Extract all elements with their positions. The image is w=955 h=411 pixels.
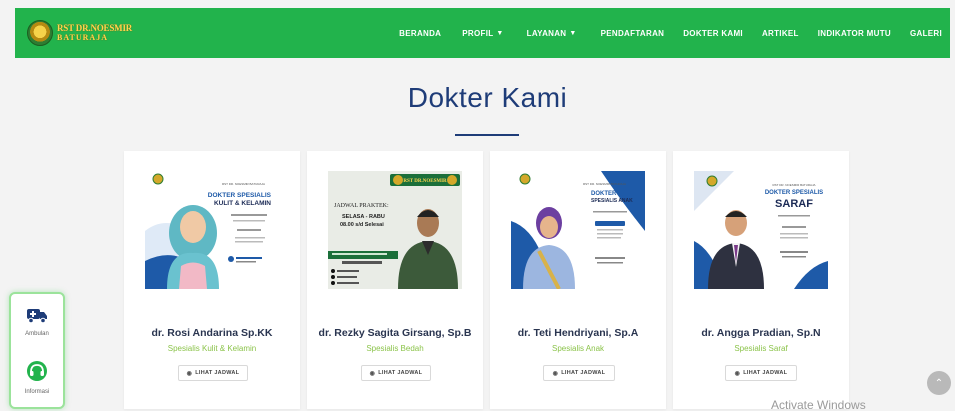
nav-label: LAYANAN <box>526 28 567 38</box>
logo-line1: RST DR.NOESMIR <box>57 23 133 33</box>
nav-label: ARTIKEL <box>761 28 799 38</box>
nav-label: DOKTER KAMI <box>683 28 743 38</box>
button-label: LIHAT JADWAL <box>561 370 606 376</box>
nav-item-dokter-kami[interactable]: DOKTER KAMI <box>683 29 743 38</box>
title-underline <box>455 134 519 136</box>
poster-heading: DOKTER <box>591 191 617 197</box>
doctor-card: RST DR.NOESMIR JADWAL PRAKTEK: SELASA - … <box>307 151 483 409</box>
eye-icon: ◉ <box>734 370 741 377</box>
navbar: RST DR.NOESMIR BATURAJA BERANDA PROFIL ▼ … <box>15 8 950 58</box>
poster-subheading: SELASA - RABU <box>342 214 385 220</box>
poster-subheading: SARAF <box>775 198 813 210</box>
doctor-poster-image: RST DR. NOESMIR BATURAJA DOKTER SPESIALI… <box>511 171 645 289</box>
poster-heading: DOKTER SPESIALIS <box>765 190 823 196</box>
doctor-card: RST DR. NOESMIR BATURAJA DOKTER SPESIALI… <box>490 151 666 409</box>
button-label: LIHAT JADWAL <box>743 370 788 376</box>
doctor-poster-image: RST DR. NOESMIR BATURAJA DOKTER SPESIALI… <box>145 171 279 289</box>
nav-menu: BERANDA PROFIL ▼ LAYANAN ▼ PENDAFTARAN DOK… <box>399 8 942 58</box>
information-label: Informasi <box>24 389 50 395</box>
poster-heading: JADWAL PRAKTEK: <box>334 203 389 209</box>
nav-item-layanan[interactable]: LAYANAN ▼ <box>527 29 577 38</box>
nav-item-galeri[interactable]: GALERI <box>910 29 942 38</box>
page: RST DR.NOESMIR BATURAJA BERANDA PROFIL ▼ … <box>0 0 955 411</box>
nav-label: GALERI <box>909 28 942 38</box>
svg-text:RST DR.NOESMIR: RST DR.NOESMIR <box>403 179 447 184</box>
logo-text: RST DR.NOESMIR BATURAJA <box>57 23 133 43</box>
poster-subheading: 08.00 s/d Selesai <box>340 222 384 228</box>
windows-activation-watermark: Activate Windows <box>771 398 866 411</box>
nav-label: PROFIL <box>462 28 494 38</box>
nav-label: INDIKATOR MUTU <box>817 28 891 38</box>
doctor-card: RST DR. NOESMIR BATURAJA DOKTER SPESIALI… <box>124 151 300 409</box>
eye-icon: ◉ <box>552 370 559 377</box>
svg-text:RST DR. NOESMIR BATURAJA: RST DR. NOESMIR BATURAJA <box>222 182 265 186</box>
svg-text:RST DR. NOESMIR BATURAJA: RST DR. NOESMIR BATURAJA <box>772 183 815 187</box>
doctor-specialty: Spesialis Anak <box>551 344 605 353</box>
page-title: Dokter Kami <box>407 82 568 113</box>
button-label: LIHAT JADWAL <box>195 370 240 376</box>
ambulance-icon <box>27 309 47 324</box>
doctor-specialty: Spesialis Saraf <box>734 344 788 353</box>
view-schedule-button[interactable]: ◉ LIHAT JADWAL <box>725 365 797 381</box>
view-schedule-button[interactable]: ◉ LIHAT JADWAL <box>361 365 431 381</box>
site-logo[interactable]: RST DR.NOESMIR BATURAJA <box>27 20 132 46</box>
eye-icon: ◉ <box>186 370 193 377</box>
doctor-poster-image: RST DR. NOESMIR BATURAJA DOKTER SPESIALI… <box>694 171 828 289</box>
doctor-name: dr. Rosi Andarina Sp.KK <box>151 327 273 339</box>
svg-text:RST DR. NOESMIR BATURAJA: RST DR. NOESMIR BATURAJA <box>583 182 626 186</box>
view-schedule-button[interactable]: ◉ LIHAT JADWAL <box>543 365 615 381</box>
logo-line2: BATURAJA <box>57 33 108 42</box>
poster-subheading: KULIT & KELAMIN <box>214 200 271 207</box>
button-label: LIHAT JADWAL <box>378 370 423 376</box>
view-schedule-button[interactable]: ◉ LIHAT JADWAL <box>178 365 248 381</box>
headset-icon <box>27 361 47 381</box>
doctor-card: RST DR. NOESMIR BATURAJA DOKTER SPESIALI… <box>673 151 849 409</box>
poster-subheading: SPESIALIS ANAK <box>591 198 633 204</box>
nav-item-indikator-mutu[interactable]: INDIKATOR MUTU <box>818 29 891 38</box>
eye-icon: ◉ <box>369 370 376 377</box>
doctor-specialty: Spesialis Kulit & Kelamin <box>167 344 257 353</box>
contact-widget: Ambulan Informasi <box>9 292 65 409</box>
nav-label: PENDAFTARAN <box>600 28 665 38</box>
doctor-specialty: Spesialis Bedah <box>366 344 424 353</box>
caret-down-icon: ▼ <box>569 29 577 37</box>
doctor-name: dr. Teti Hendriyani, Sp.A <box>517 327 639 339</box>
hospital-emblem-icon <box>27 20 53 46</box>
chevron-up-icon: ⌃ <box>934 377 944 389</box>
ambulance-label: Ambulan <box>25 331 49 337</box>
nav-item-profil[interactable]: PROFIL ▼ <box>462 29 503 38</box>
scroll-to-top-button[interactable]: ⌃ <box>927 371 951 395</box>
doctor-poster-image: RST DR.NOESMIR JADWAL PRAKTEK: SELASA - … <box>328 171 462 289</box>
poster-heading: DOKTER SPESIALIS <box>208 192 272 199</box>
doctor-name: dr. Rezky Sagita Girsang, Sp.B <box>318 327 472 339</box>
nav-item-pendaftaran[interactable]: PENDAFTARAN <box>601 29 665 38</box>
caret-down-icon: ▼ <box>496 29 504 37</box>
nav-label: BERANDA <box>399 28 442 38</box>
ambulance-button[interactable]: Ambulan <box>11 306 63 337</box>
nav-item-beranda[interactable]: BERANDA <box>399 29 441 38</box>
information-button[interactable]: Informasi <box>11 360 63 395</box>
nav-item-artikel[interactable]: ARTIKEL <box>762 29 799 38</box>
doctor-name: dr. Angga Pradian, Sp.N <box>701 327 821 339</box>
